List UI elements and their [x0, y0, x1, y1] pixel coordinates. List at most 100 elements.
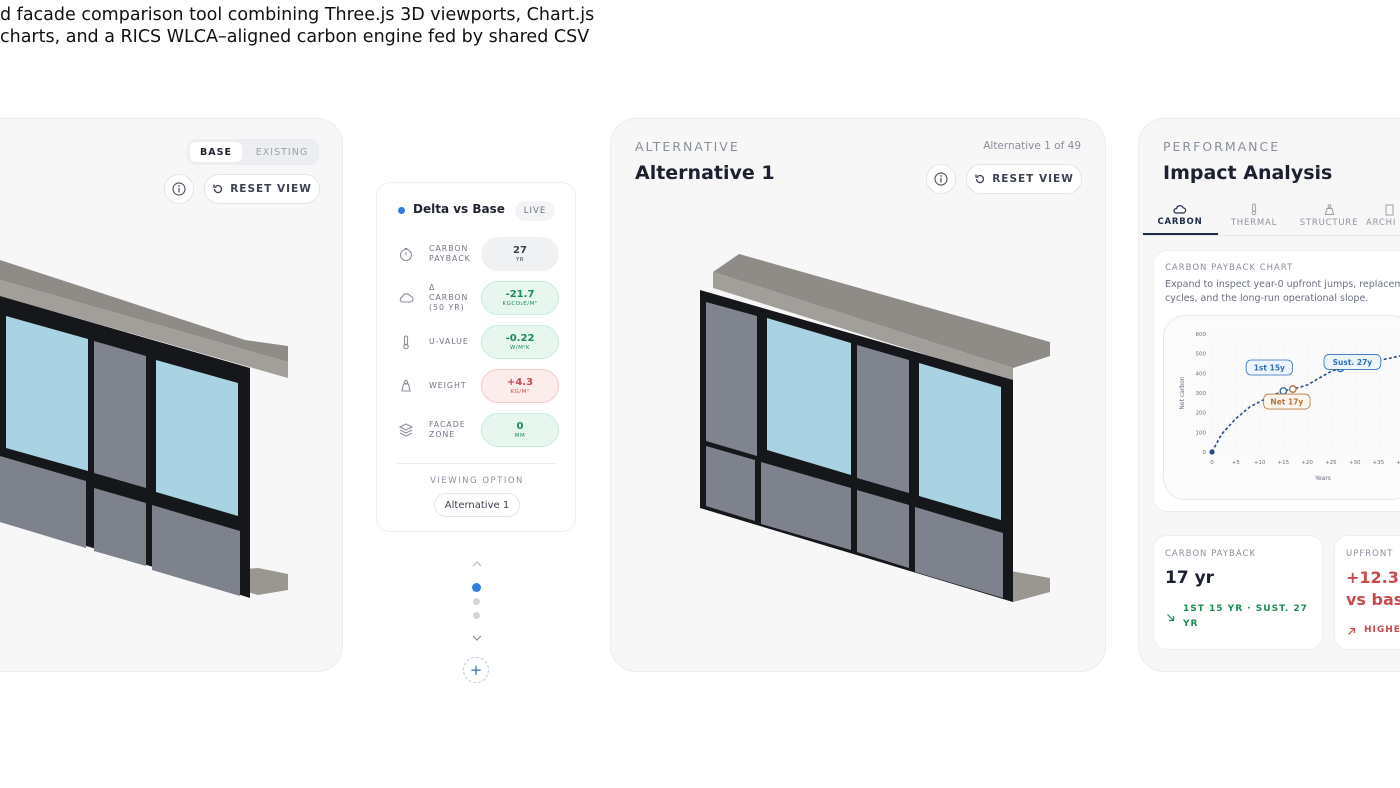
grid-dot	[1265, 429, 1267, 431]
grid-dot	[1307, 429, 1309, 431]
base-facade-model[interactable]	[0, 250, 300, 610]
grid-dot	[1373, 345, 1375, 347]
grid-dot	[1271, 417, 1273, 419]
tab-thermal[interactable]: THERMAL	[1224, 203, 1284, 228]
chart-card-desc-2: cycles, and the long-run operational slo…	[1165, 293, 1369, 304]
grid-dot	[1391, 339, 1393, 341]
grid-dot	[1331, 339, 1333, 341]
viewing-option-pill[interactable]: Alternative 1	[434, 493, 520, 517]
alternative-facade-model[interactable]	[695, 250, 1055, 610]
grid-dot	[1271, 441, 1273, 443]
tab-structure[interactable]: STRUCTURE	[1297, 203, 1361, 228]
grid-dot	[1211, 423, 1213, 425]
grid-dot	[1367, 417, 1369, 419]
grid-dot	[1241, 399, 1243, 401]
y-tick-label: 600	[1196, 332, 1207, 338]
grid-dot	[1361, 345, 1363, 347]
grid-dot	[1373, 447, 1375, 449]
grid-dot	[1235, 369, 1237, 371]
grid-dot	[1241, 447, 1243, 449]
grid-dot	[1355, 441, 1357, 443]
grid-dot	[1385, 405, 1387, 407]
grid-dot	[1385, 381, 1387, 383]
reset-icon	[213, 184, 223, 194]
grid-dot	[1217, 381, 1219, 383]
grid-dot	[1229, 351, 1231, 353]
grid-dot	[1385, 369, 1387, 371]
grid-dot	[1355, 333, 1357, 335]
pager-dot[interactable]	[473, 598, 480, 605]
grid-dot	[1265, 375, 1267, 377]
reset-view-button[interactable]: RESET VIEW	[966, 164, 1082, 194]
grid-dot	[1379, 369, 1381, 371]
grid-dot	[1211, 363, 1213, 365]
alternative-eyebrow: ALTERNATIVE	[635, 139, 740, 154]
grid-dot	[1397, 435, 1399, 437]
grid-dot	[1229, 399, 1231, 401]
grid-dot	[1253, 375, 1255, 377]
pager-dot[interactable]	[473, 612, 480, 619]
grid-dot	[1319, 411, 1321, 413]
toggle-existing[interactable]: EXISTING	[247, 142, 317, 162]
viewing-option-label: VIEWING OPTION	[430, 476, 524, 486]
grid-dot	[1271, 423, 1273, 425]
grid-dot	[1241, 405, 1243, 407]
grid-dot	[1241, 351, 1243, 353]
annotation-label: Net 17y	[1270, 398, 1303, 407]
info-button[interactable]	[926, 164, 956, 194]
grid-dot	[1355, 405, 1357, 407]
base-existing-toggle: BASE EXISTING	[187, 139, 319, 165]
grid-dot	[1277, 345, 1279, 347]
chevron-down-icon[interactable]	[471, 634, 483, 642]
pager-dot-active[interactable]	[472, 583, 481, 592]
mullion-panel-1	[94, 341, 146, 488]
tab-carbon[interactable]: CARBON	[1150, 203, 1210, 227]
value-number: 0	[516, 421, 524, 432]
grid-dot	[1301, 345, 1303, 347]
grid-dot	[1247, 381, 1249, 383]
grid-dot	[1367, 381, 1369, 383]
grid-dot	[1337, 435, 1339, 437]
reset-view-label: RESET VIEW	[230, 183, 312, 195]
metric-note-2: YR	[1183, 619, 1199, 629]
toggle-base[interactable]: BASE	[190, 142, 242, 162]
cloud-icon	[399, 293, 414, 303]
grid-dot	[1235, 447, 1237, 449]
grid-dot	[1307, 363, 1309, 365]
grid-dot	[1217, 417, 1219, 419]
grid-dot	[1325, 375, 1327, 377]
grid-dot	[1235, 345, 1237, 347]
grid-dot	[1337, 381, 1339, 383]
grid-dot	[1283, 435, 1285, 437]
chevron-up-icon[interactable]	[471, 560, 483, 568]
divider	[397, 463, 557, 464]
grid-dot	[1289, 357, 1291, 359]
grid-dot	[1367, 441, 1369, 443]
grid-dot	[1355, 435, 1357, 437]
grid-dot	[1241, 387, 1243, 389]
grid-dot	[1391, 363, 1393, 365]
grid-dot	[1295, 333, 1297, 335]
grid-dot	[1217, 369, 1219, 371]
grid-dot	[1373, 423, 1375, 425]
carbon-payback-chart[interactable]: 0 100 200 300 400 500 600 0 +5 +10 +15 +20 +25 +30 +35…	[1163, 315, 1400, 500]
info-button[interactable]	[164, 174, 194, 204]
grid-dot	[1235, 381, 1237, 383]
grid-dot	[1307, 339, 1309, 341]
grid-dot	[1265, 357, 1267, 359]
grid-dot	[1313, 393, 1315, 395]
grid-dot	[1253, 339, 1255, 341]
grid-dot	[1313, 363, 1315, 365]
grid-dot	[1367, 411, 1369, 413]
reset-view-button[interactable]: RESET VIEW	[204, 174, 320, 204]
grid-dot	[1337, 339, 1339, 341]
grid-dot	[1217, 405, 1219, 407]
grid-dot	[1253, 399, 1255, 401]
tab-architecture[interactable]: ARCHI	[1366, 203, 1400, 228]
grid-dot	[1343, 423, 1345, 425]
grid-dot	[1373, 387, 1375, 389]
grid-dot	[1265, 387, 1267, 389]
delta-row-value: +4.3 KG/M²	[481, 369, 559, 403]
grid-dot	[1247, 387, 1249, 389]
add-alternative-button[interactable]: +	[463, 657, 489, 683]
